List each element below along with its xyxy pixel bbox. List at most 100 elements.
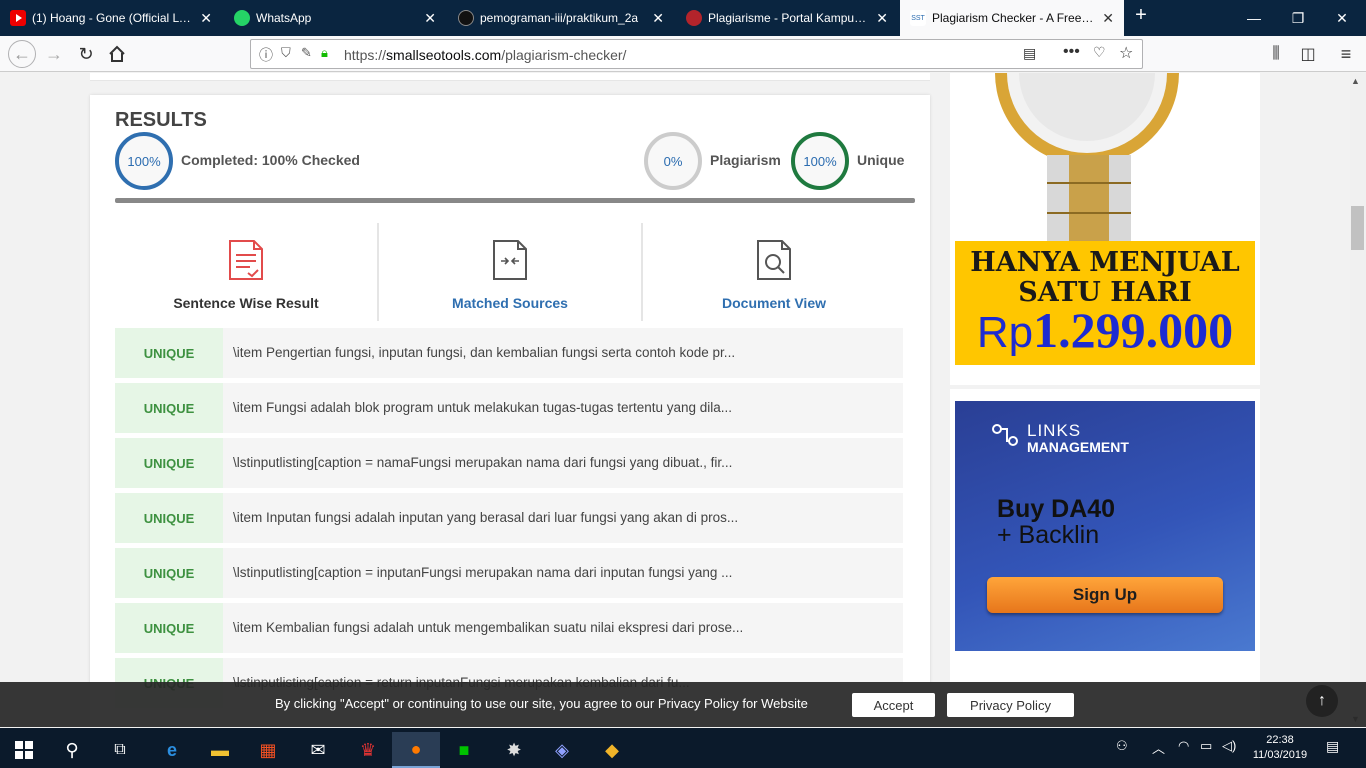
result-row[interactable]: UNIQUE \item Pengertian fungsi, inputan … <box>115 328 903 378</box>
menu-icon[interactable]: ≡ <box>1334 42 1358 66</box>
unique-badge: UNIQUE <box>115 438 223 488</box>
notifications-icon[interactable]: ▤ <box>1326 738 1339 755</box>
close-tab-icon[interactable]: ✕ <box>424 10 436 27</box>
tab-github[interactable]: pemograman-iii/praktikum_2a ✕ <box>448 0 674 36</box>
tab-whatsapp[interactable]: WhatsApp ✕ <box>224 0 446 36</box>
plagiarism-circle: 0% <box>644 132 702 190</box>
edge-icon[interactable]: e <box>148 732 196 768</box>
sidebar-icon[interactable]: ◫ <box>1296 42 1320 66</box>
scrollbar-thumb[interactable] <box>1351 206 1364 250</box>
minimize-icon[interactable]: — <box>1232 0 1276 36</box>
lock-icon[interactable]: 🔒︎ <box>321 45 328 61</box>
accept-button[interactable]: Accept <box>852 693 935 717</box>
sign-up-button[interactable]: Sign Up <box>987 577 1223 613</box>
links-management-ad[interactable]: LINKS MANAGEMENT Buy DA40 + Backlin Sign… <box>955 401 1255 651</box>
tab-sentence-wise-result[interactable]: Sentence Wise Result <box>115 223 377 323</box>
sentence-text: \item Fungsi adalah blok program untuk m… <box>233 400 733 415</box>
scroll-up-icon[interactable]: ▲ <box>1351 76 1360 86</box>
tab-title: Plagiarisme - Portal Kampus Ke <box>708 11 869 25</box>
close-window-icon[interactable]: ✕ <box>1320 0 1364 36</box>
portal-icon <box>686 10 702 26</box>
github-icon <box>458 10 474 26</box>
back-icon[interactable]: ← <box>8 40 36 68</box>
unique-badge: UNIQUE <box>115 383 223 433</box>
info-icon[interactable]: ⓘ <box>259 45 273 65</box>
network-app-icon[interactable]: ✸ <box>490 732 538 768</box>
results-title: RESULTS <box>115 109 207 131</box>
tab-title: Plagiarism Checker - A Free On <box>932 11 1095 25</box>
system-clock[interactable]: 22:38 11/03/2019 <box>1248 733 1312 763</box>
visual-studio-icon[interactable]: ◈ <box>538 732 586 768</box>
mail-icon[interactable]: ✉ <box>294 732 342 768</box>
tab-document-view[interactable]: Document View <box>643 223 905 323</box>
store-icon[interactable]: ▦ <box>244 732 292 768</box>
bookmark-star-icon[interactable]: ☆ <box>1119 43 1133 63</box>
shield-icon[interactable]: ⛉ <box>281 45 291 61</box>
file-explorer-icon[interactable]: ▬ <box>196 732 244 768</box>
plagiarism-label: Plagiarism <box>710 152 781 168</box>
close-tab-icon[interactable]: ✕ <box>200 10 212 27</box>
pocket-icon[interactable]: ♡ <box>1093 44 1106 61</box>
ad-subheadline: + Backlin <box>997 521 1100 549</box>
result-row[interactable]: UNIQUE \lstinputlisting[caption = inputa… <box>115 548 903 598</box>
sentence-text: \item Kembalian fungsi adalah untuk meng… <box>233 620 744 635</box>
people-icon[interactable]: ⚇ <box>1116 738 1128 754</box>
firefox-icon[interactable]: ● <box>392 732 440 768</box>
tab-matched-sources[interactable]: Matched Sources <box>379 223 641 323</box>
unique-badge: UNIQUE <box>115 603 223 653</box>
watch-ad-banner[interactable]: HANYA MENJUAL SATU HARI Rp1.299.000 <box>955 73 1255 365</box>
url-domain: smallseotools.com <box>386 47 502 63</box>
battery-icon[interactable]: ▭ <box>1200 738 1212 754</box>
wifi-icon[interactable]: ◠ <box>1178 738 1189 754</box>
git-icon[interactable]: ◆ <box>588 732 636 768</box>
page-actions-icon[interactable]: ••• <box>1063 43 1080 61</box>
close-tab-icon[interactable]: ✕ <box>876 10 888 27</box>
scroll-to-top-icon[interactable]: ↑ <box>1306 685 1338 717</box>
task-view-icon[interactable]: ⧉ <box>96 732 144 768</box>
tab-plagiarism-checker[interactable]: SST Plagiarism Checker - A Free On ✕ <box>900 0 1124 36</box>
result-row[interactable]: UNIQUE \item Fungsi adalah blok program … <box>115 383 903 433</box>
search-icon[interactable]: ⚲ <box>48 732 96 768</box>
sst-icon: SST <box>910 10 926 26</box>
permissions-icon[interactable]: ✎ <box>301 45 312 61</box>
document-arrows-icon <box>493 240 527 280</box>
watch-image <box>955 73 1255 241</box>
price-currency: Rp <box>976 308 1034 357</box>
result-row[interactable]: UNIQUE \lstinputlisting[caption = namaFu… <box>115 438 903 488</box>
navigation-bar: ← → ↻ ⓘ ⛉ ✎ 🔒︎ https://smallseotools.com… <box>0 36 1366 72</box>
unique-circle: 100% <box>791 132 849 190</box>
restore-icon[interactable]: ❐ <box>1276 0 1320 36</box>
forward-icon[interactable]: → <box>42 42 66 66</box>
unique-badge: UNIQUE <box>115 548 223 598</box>
result-row[interactable]: UNIQUE \item Kembalian fungsi adalah unt… <box>115 603 903 653</box>
volume-icon[interactable]: ◁) <box>1222 738 1236 754</box>
cookie-message: By clicking "Accept" or continuing to us… <box>275 696 808 711</box>
library-icon[interactable]: ⫼ <box>1264 42 1288 66</box>
result-row[interactable]: UNIQUE \item Inputan fungsi adalah input… <box>115 493 903 543</box>
clock-time: 22:38 <box>1266 734 1294 746</box>
close-tab-icon[interactable]: ✕ <box>1102 10 1114 27</box>
home-icon[interactable] <box>105 42 129 66</box>
unique-badge: UNIQUE <box>115 493 223 543</box>
privacy-policy-button[interactable]: Privacy Policy <box>947 693 1074 717</box>
tab-title: pemograman-iii/praktikum_2a <box>480 11 639 25</box>
scrollbar-track[interactable] <box>1350 73 1366 727</box>
results-card: RESULTS 100% Completed: 100% Checked 0% … <box>90 95 930 727</box>
links-logo-icon <box>992 424 1018 446</box>
tab-youtube[interactable]: (1) Hoang - Gone (Official Lyric ✕ <box>0 0 222 36</box>
new-tab-icon[interactable]: + <box>1128 4 1154 27</box>
app-avatar-icon[interactable]: ♛ <box>344 732 392 768</box>
tab-portal-kampus[interactable]: Plagiarisme - Portal Kampus Ke ✕ <box>676 0 898 36</box>
line-icon[interactable]: ■ <box>440 732 488 768</box>
url-bar[interactable]: ⓘ ⛉ ✎ 🔒︎ https://smallseotools.com/plagi… <box>250 39 1143 69</box>
windows-start-icon[interactable] <box>0 732 48 768</box>
ad-brand-bottom: MANAGEMENT <box>1027 439 1129 455</box>
reader-view-icon[interactable]: ▤ <box>1023 45 1036 62</box>
close-tab-icon[interactable]: ✕ <box>652 10 664 27</box>
url-text[interactable]: https://smallseotools.com/plagiarism-che… <box>344 47 626 63</box>
tab-label: Matched Sources <box>452 295 568 311</box>
completed-progress-circle: 100% <box>115 132 173 190</box>
reload-icon[interactable]: ↻ <box>74 42 98 66</box>
tray-expand-icon[interactable]: ︿ <box>1152 738 1165 757</box>
sentence-text: \item Pengertian fungsi, inputan fungsi,… <box>233 345 736 360</box>
